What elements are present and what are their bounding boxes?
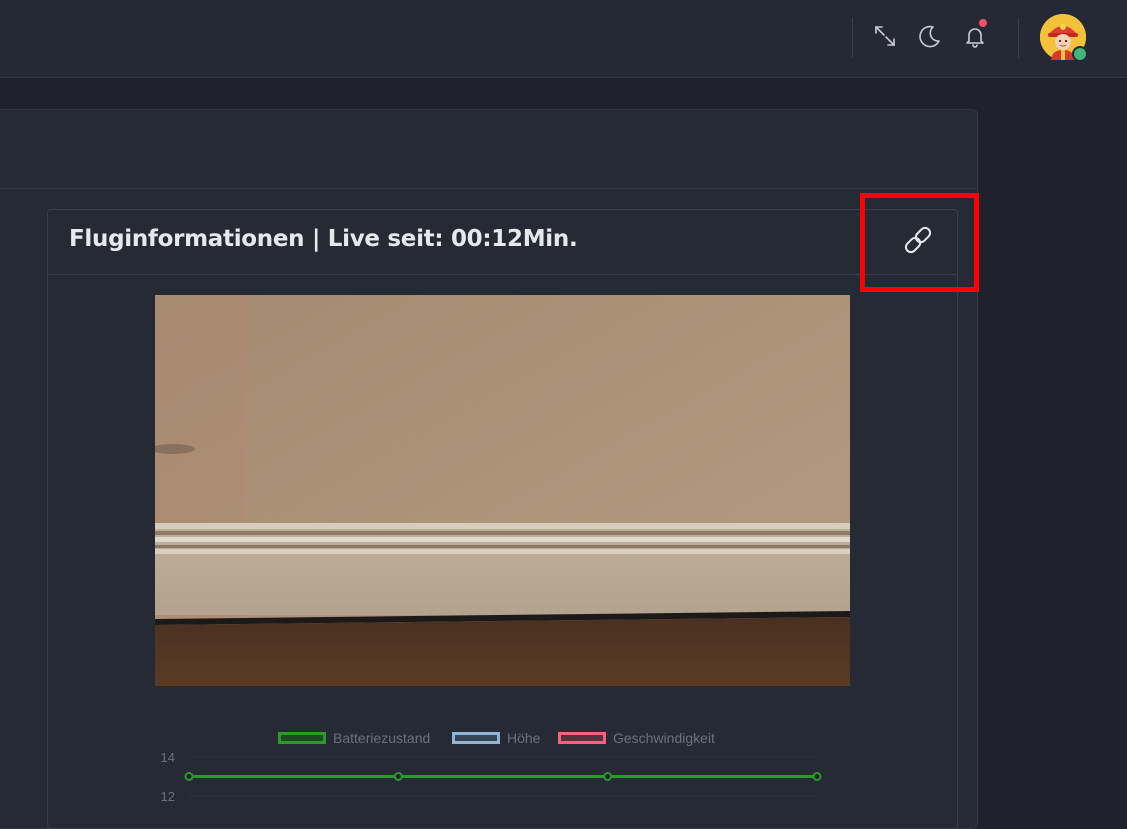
legend-label: Geschwindigkeit — [613, 730, 715, 746]
data-point[interactable] — [184, 772, 194, 781]
legend-swatch — [278, 732, 326, 744]
y-tick-label: 12 — [161, 789, 175, 803]
data-point[interactable] — [603, 772, 613, 781]
fullscreen-icon — [871, 22, 899, 50]
moon-icon — [916, 22, 944, 50]
top-navbar — [0, 0, 1127, 78]
notification-badge — [979, 19, 987, 27]
link-icon — [899, 221, 937, 264]
share-link-button[interactable] — [899, 224, 937, 260]
flight-info-header-divider — [48, 274, 957, 275]
notifications-button[interactable] — [957, 18, 993, 54]
outer-card-header-divider — [0, 188, 977, 189]
theme-toggle-button[interactable] — [912, 18, 948, 54]
live-video-feed — [155, 295, 850, 686]
navbar-divider — [1018, 18, 1019, 58]
legend-swatch — [452, 732, 500, 744]
online-status-indicator — [1072, 46, 1088, 62]
legend-label: Batteriezustand — [333, 730, 431, 746]
legend-label: Höhe — [507, 730, 541, 746]
y-tick-label: 14 — [161, 750, 175, 765]
data-point[interactable] — [393, 772, 403, 781]
flight-telemetry-chart: 14 12 — [161, 750, 822, 803]
fullscreen-button[interactable] — [867, 18, 903, 54]
flight-info-title: Fluginformationen | Live seit: 00:12Min. — [69, 226, 578, 252]
navbar-divider — [852, 18, 853, 58]
legend-swatch — [558, 732, 606, 744]
user-avatar[interactable] — [1040, 14, 1088, 62]
data-point[interactable] — [812, 772, 822, 781]
